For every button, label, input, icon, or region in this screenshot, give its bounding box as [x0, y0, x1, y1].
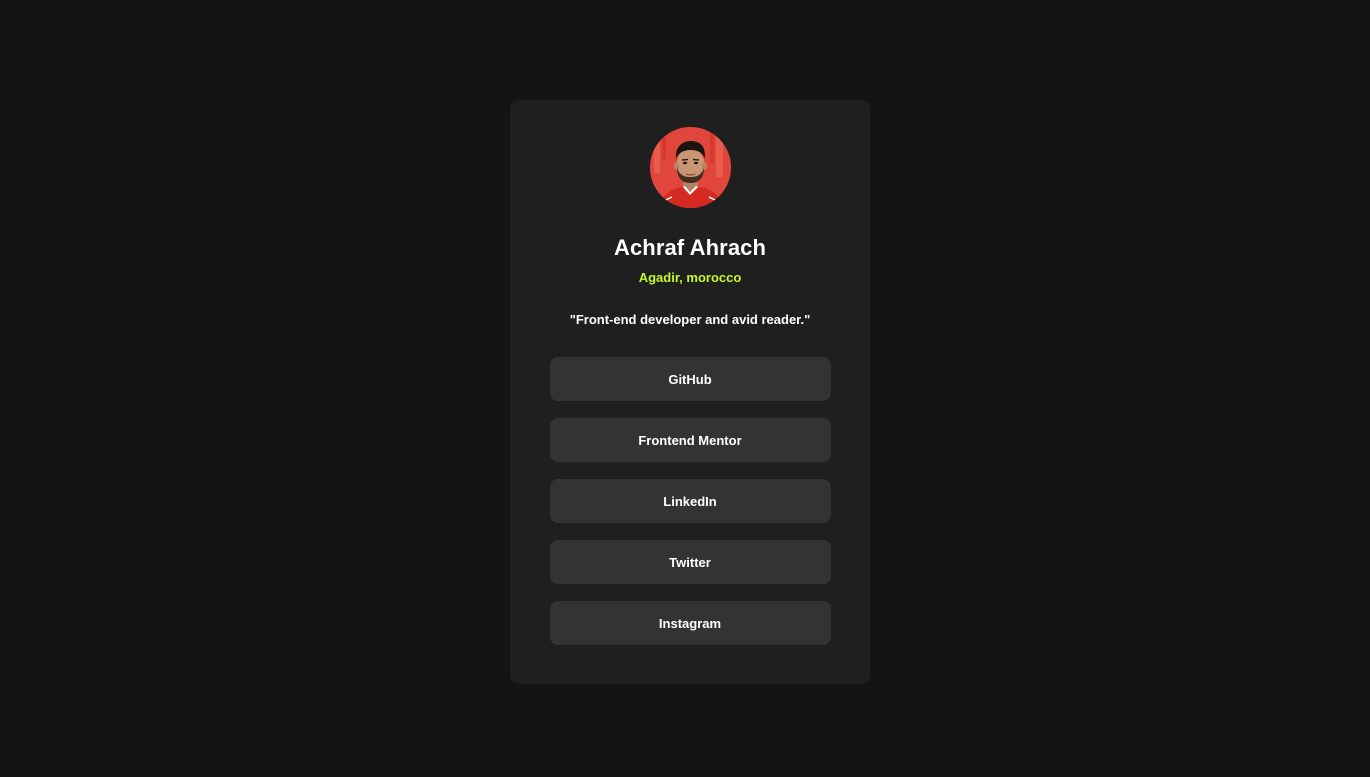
social-links: GitHub Frontend Mentor LinkedIn Twitter …	[549, 357, 831, 645]
avatar	[649, 127, 731, 208]
instagram-link-button[interactable]: Instagram	[549, 601, 831, 645]
linkedin-link-button[interactable]: LinkedIn	[549, 479, 831, 523]
profile-name: Achraf Ahrach	[613, 235, 767, 260]
twitter-link-button[interactable]: Twitter	[549, 540, 831, 584]
profile-bio: "Front-end developer and avid reader."	[569, 312, 811, 327]
github-link-button[interactable]: GitHub	[549, 357, 831, 401]
avatar-photo	[649, 127, 731, 208]
frontend-mentor-link-button[interactable]: Frontend Mentor	[549, 418, 831, 462]
profile-card: Achraf Ahrach Agadir, morocco "Front-end…	[510, 100, 870, 684]
profile-location: Agadir, morocco	[638, 270, 742, 285]
